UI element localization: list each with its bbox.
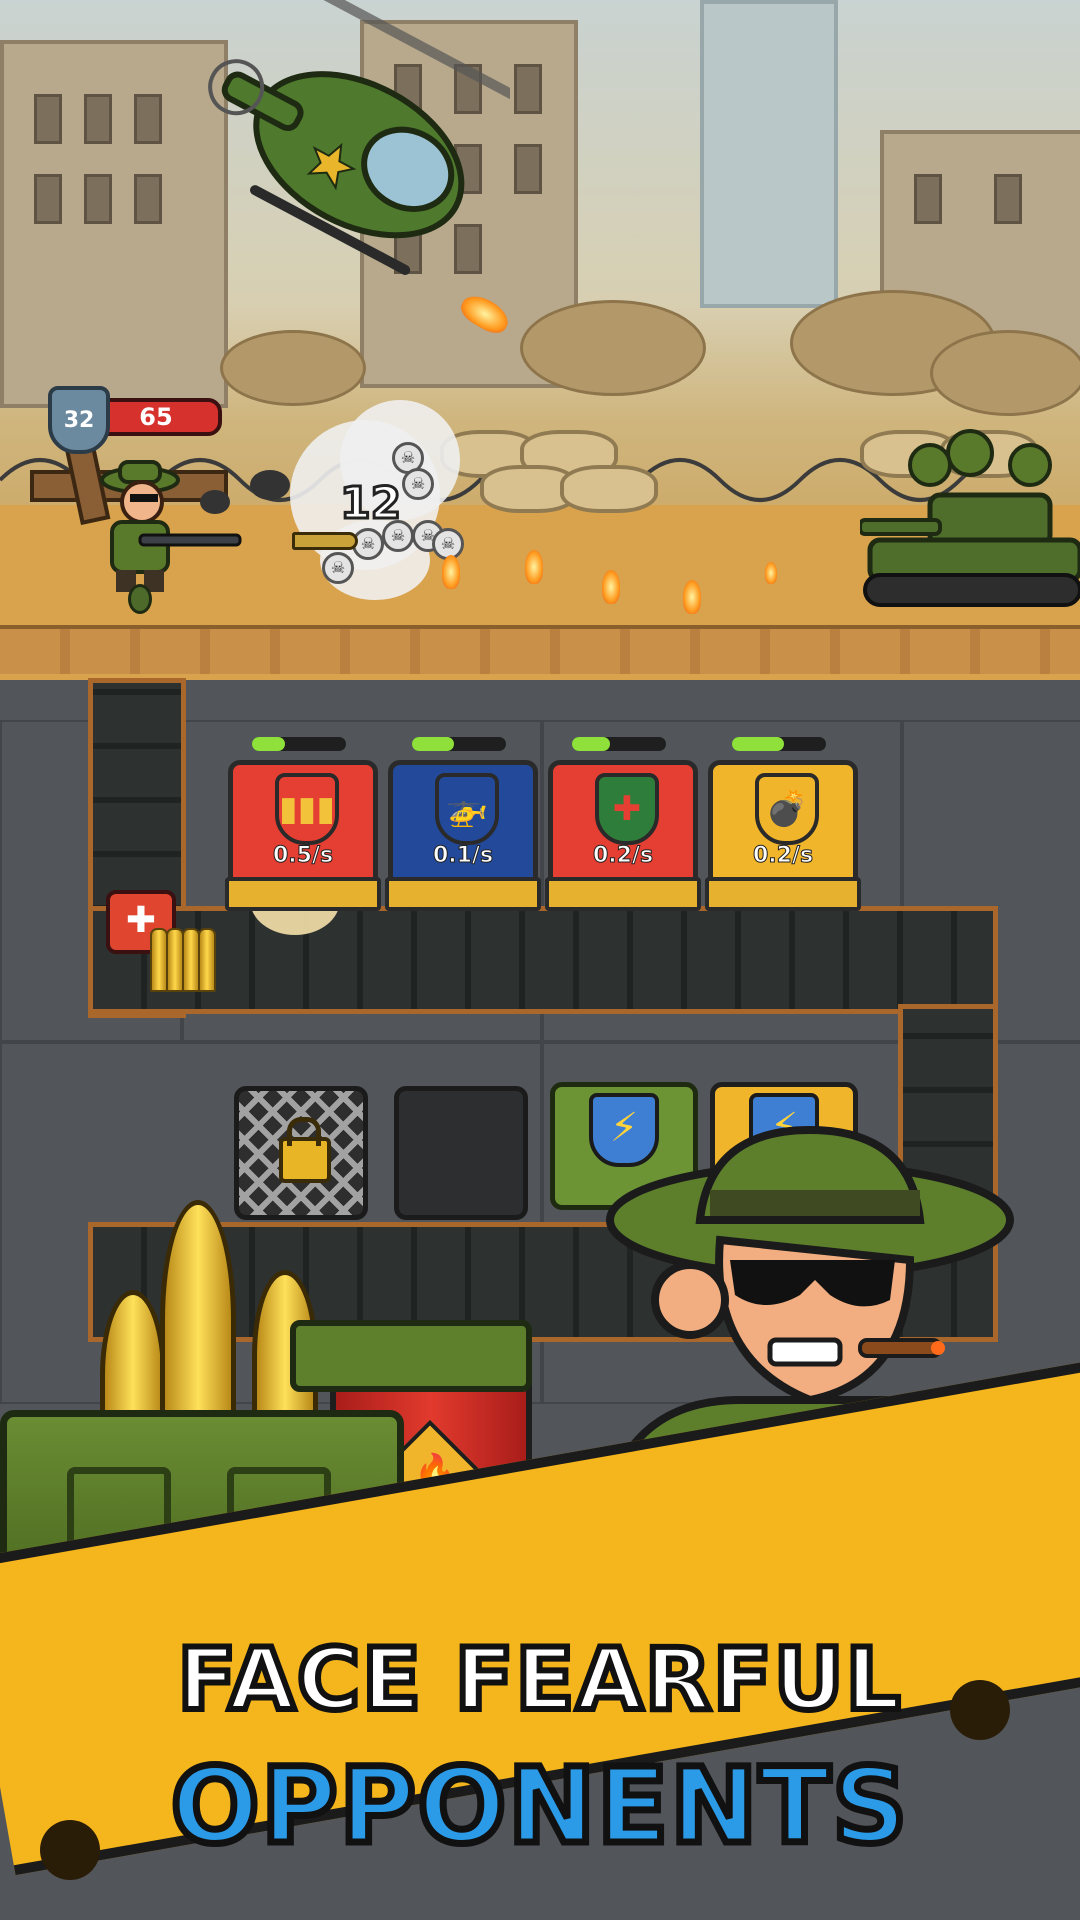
bomb-icon: 💣 [755,773,819,845]
machine-base [705,877,861,911]
machine-base [545,877,701,911]
enemy-helicopter [208,0,510,275]
skull-icon: ☠ [402,468,434,500]
rocket-projectile [292,532,358,550]
helicopter-icon: 🚁 [435,773,499,845]
machine-base [225,877,381,911]
conveyor-belt [88,906,998,1014]
bullets-icon: ▮▮▮ [275,773,339,845]
production-progress-bar [572,737,666,751]
battlefield-scene: 65 32 ☠ ☠ ☠ ☠ ☠ ☠ ☠ 12 [0,0,1080,680]
production-progress-bar [412,737,506,751]
production-rate: 0.1/s [432,843,494,869]
production-machine-bomb[interactable]: 💣 0.2/s [705,760,861,911]
damage-number: 12 [338,477,402,531]
production-rate: 0.5/s [272,843,334,869]
machine-base [385,877,541,911]
skull-icon: ☠ [322,552,354,584]
production-machine-helicopter[interactable]: 🚁 0.1/s [385,760,541,911]
production-progress-bar [252,737,346,751]
headline-line1: FACE FEARFUL [175,1627,904,1733]
enemy-tank [860,429,1080,607]
player-level-badge: 32 [48,386,110,454]
locked-slot[interactable] [234,1086,368,1220]
production-rate: 0.2/s [592,843,654,869]
medkit-icon: ✚ [595,773,659,845]
distant-tower [700,0,838,308]
bullet-icon [160,1200,236,1440]
production-rate: 0.2/s [752,843,814,869]
production-progress-bar [732,737,826,751]
headline-line2: OPPONENTS [167,1742,910,1871]
production-machine-bullets[interactable]: ▮▮▮ 0.5/s [225,760,381,911]
grenade-icon [128,584,152,614]
player-soldier [100,460,242,592]
production-machine-medkit[interactable]: ✚ 0.2/s [545,760,701,911]
empty-slot[interactable] [394,1086,528,1220]
